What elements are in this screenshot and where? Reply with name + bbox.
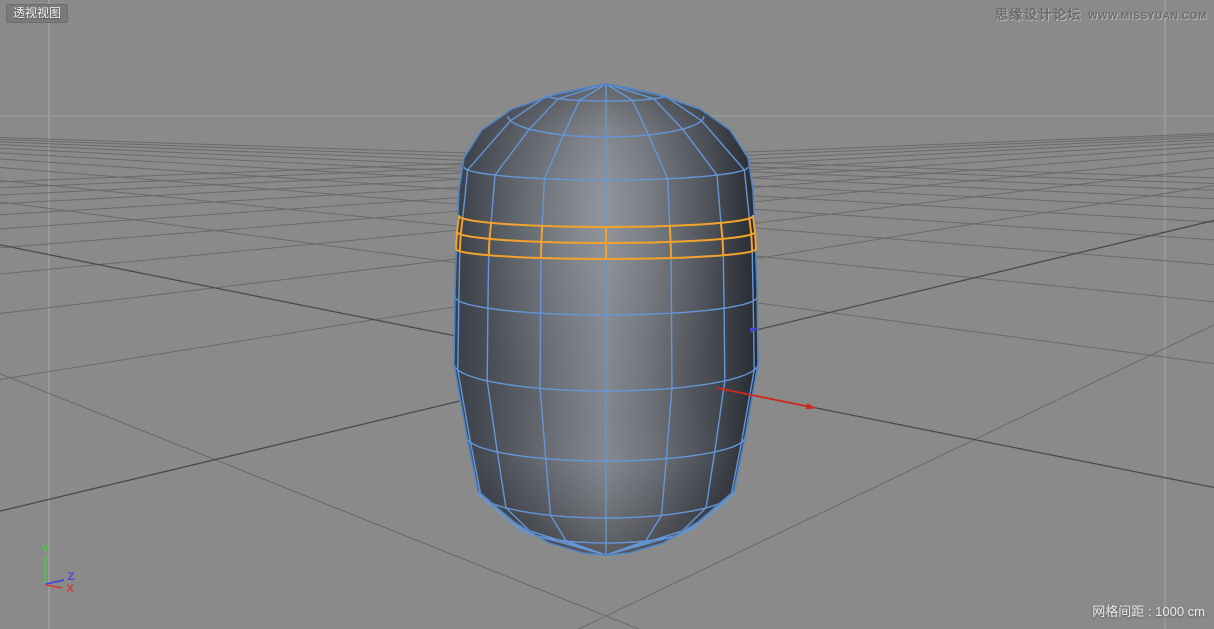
watermark-site-url: WWW.MISSYUAN.COM bbox=[1088, 11, 1207, 22]
perspective-viewport[interactable]: Y ZX 透视视图 思缘设计论坛 WWW.MISSYUAN.COM 网格间距 : 1… bbox=[0, 0, 1214, 629]
axis-x-label: X bbox=[66, 583, 74, 595]
viewport-3d-canvas[interactable]: Y ZX bbox=[0, 0, 1214, 629]
watermark: 思缘设计论坛 WWW.MISSYUAN.COM bbox=[995, 4, 1207, 24]
axis-y-label: Y bbox=[42, 543, 50, 555]
grid-spacing-status: 网格间距 : 1000 cm bbox=[1092, 601, 1205, 620]
world-axis-gizmo: Y ZX bbox=[42, 543, 75, 595]
watermark-site-name: 思缘设计论坛 bbox=[995, 7, 1082, 22]
axis-z-label: Z bbox=[68, 571, 75, 583]
capsule-object[interactable] bbox=[454, 84, 758, 555]
viewport-name-label[interactable]: 透视视图 bbox=[6, 4, 68, 23]
